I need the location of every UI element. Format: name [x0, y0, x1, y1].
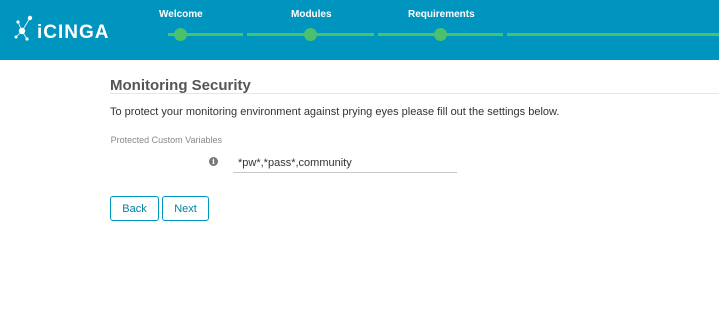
back-button[interactable]: Back: [110, 196, 159, 221]
step-dot-modules[interactable]: [304, 28, 317, 41]
next-button[interactable]: Next: [162, 196, 209, 221]
protected-vars-label: Protected Custom Variables: [110, 135, 222, 145]
step-progress-line: [507, 33, 719, 36]
header-bar: iCINGA Welcome Modules Requirements: [0, 0, 719, 60]
step-label-requirements: Requirements: [408, 9, 475, 20]
page-title: Monitoring Security: [110, 77, 251, 94]
wizard-progress: Welcome Modules Requirements: [0, 0, 719, 60]
step-dot-requirements[interactable]: [434, 28, 447, 41]
step-label-modules: Modules: [291, 9, 332, 20]
step-dot-welcome[interactable]: [174, 28, 187, 41]
protected-vars-input[interactable]: [233, 154, 457, 173]
step-label-welcome: Welcome: [159, 9, 203, 20]
title-divider: [110, 93, 719, 94]
page-description: To protect your monitoring environment a…: [110, 106, 560, 118]
info-icon[interactable]: i: [209, 157, 218, 166]
